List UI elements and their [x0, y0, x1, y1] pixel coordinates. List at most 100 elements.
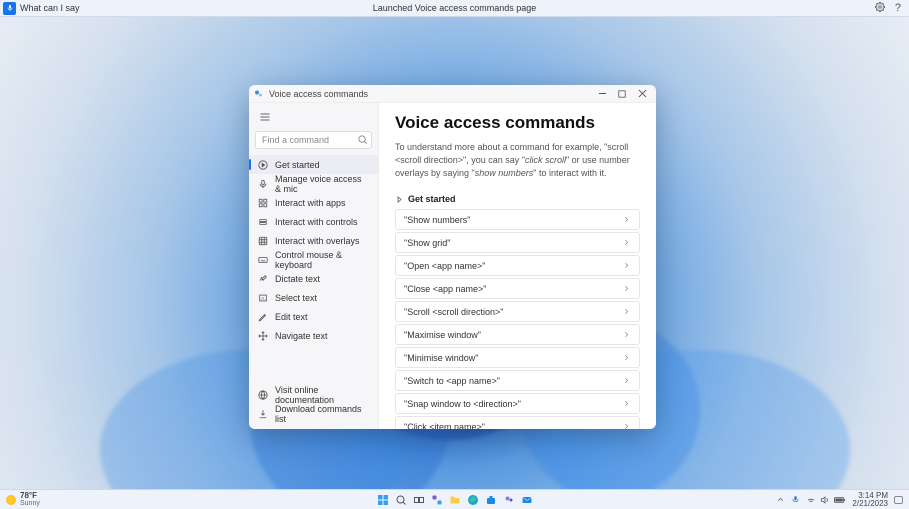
nav-mouse-keyboard[interactable]: Control mouse & keyboard	[249, 250, 378, 269]
nav-select-text[interactable]: A Select text	[249, 288, 378, 307]
clock-date: 2/21/2023	[852, 500, 888, 508]
select-text-icon: A	[257, 292, 268, 303]
maximize-button[interactable]	[612, 85, 632, 103]
command-text: "Scroll <scroll direction>"	[404, 307, 503, 317]
command-text: "Show numbers"	[404, 215, 470, 225]
settings-icon[interactable]	[875, 2, 885, 14]
start-button[interactable]	[375, 492, 391, 508]
window-title: Voice access commands	[269, 89, 368, 99]
nav-manage-voice[interactable]: Manage voice access & mic	[249, 174, 378, 193]
dictate-icon: A	[257, 273, 268, 284]
nav-interact-controls[interactable]: Interact with controls	[249, 212, 378, 231]
volume-icon	[820, 495, 830, 505]
mic-icon	[257, 178, 268, 189]
mic-toggle-button[interactable]	[3, 2, 16, 15]
command-row[interactable]: "Switch to <app name>"	[395, 370, 640, 391]
nav-online-docs[interactable]: Visit online documentation	[249, 385, 378, 404]
command-row[interactable]: "Open <app name>"	[395, 255, 640, 276]
command-text: "Maximise window"	[404, 330, 481, 340]
section-title: Get started	[408, 194, 456, 204]
main-content: Voice access commands To understand more…	[379, 103, 656, 429]
nav-label: Interact with apps	[275, 198, 346, 208]
command-row[interactable]: "Minimise window"	[395, 347, 640, 368]
command-row[interactable]: "Show grid"	[395, 232, 640, 253]
controls-icon	[257, 216, 268, 227]
svg-text:A: A	[261, 296, 265, 301]
voice-access-bar: What can I say Launched Voice access com…	[0, 0, 909, 17]
nav-get-started[interactable]: Get started	[249, 155, 378, 174]
command-text: "Close <app name>"	[404, 284, 486, 294]
overlay-icon	[257, 235, 268, 246]
nav-dictate-text[interactable]: A Dictate text	[249, 269, 378, 288]
search-button[interactable]	[393, 492, 409, 508]
nav-label: Control mouse & keyboard	[275, 250, 370, 270]
nav-interact-overlays[interactable]: Interact with overlays	[249, 231, 378, 250]
sidebar: Get started Manage voice access & mic In…	[249, 103, 379, 429]
move-icon	[257, 330, 268, 341]
play-icon	[257, 159, 268, 170]
apps-icon	[257, 197, 268, 208]
sun-icon	[6, 495, 16, 505]
nav-label: Edit text	[275, 312, 308, 322]
nav-label: Visit online documentation	[275, 385, 370, 405]
command-text: "Switch to <app name>"	[404, 376, 500, 386]
explorer-button[interactable]	[447, 492, 463, 508]
command-text: "Show grid"	[404, 238, 450, 248]
command-row[interactable]: "Click <item name>"	[395, 416, 640, 429]
widgets-button[interactable]	[429, 492, 445, 508]
chevron-right-icon	[622, 353, 631, 362]
nav-label: Interact with overlays	[275, 236, 360, 246]
page-title: Voice access commands	[395, 113, 640, 133]
window-titlebar[interactable]: Voice access commands	[249, 85, 656, 103]
task-view-button[interactable]	[411, 492, 427, 508]
chevron-right-icon	[622, 284, 631, 293]
clock[interactable]: 3:14 PM 2/21/2023	[852, 492, 888, 508]
system-tray[interactable]	[806, 495, 846, 505]
battery-icon	[834, 495, 846, 505]
intro-text: To understand more about a command for e…	[395, 141, 640, 180]
nav-download-list[interactable]: Download commands list	[249, 404, 378, 423]
tray-mic-icon[interactable]	[791, 495, 800, 504]
voice-commands-window: Voice access commands	[249, 85, 656, 429]
command-row[interactable]: "Snap window to <direction>"	[395, 393, 640, 414]
voice-hint-text[interactable]: What can I say	[20, 3, 80, 13]
chevron-right-icon	[395, 195, 404, 204]
minimize-button[interactable]	[592, 85, 612, 103]
hamburger-icon[interactable]	[255, 107, 275, 127]
mail-button[interactable]	[519, 492, 535, 508]
close-button[interactable]	[632, 85, 652, 103]
command-text: "Open <app name>"	[404, 261, 485, 271]
nav-label: Get started	[275, 160, 320, 170]
command-row[interactable]: "Scroll <scroll direction>"	[395, 301, 640, 322]
weather-temp: 78°F	[20, 492, 40, 500]
command-row[interactable]: "Close <app name>"	[395, 278, 640, 299]
search-input[interactable]	[255, 131, 372, 149]
weather-widget[interactable]: 78°F Sunny	[6, 492, 40, 508]
nav-navigate-text[interactable]: Navigate text	[249, 326, 378, 345]
help-icon[interactable]: ?	[895, 2, 901, 14]
chevron-right-icon	[622, 422, 631, 429]
store-button[interactable]	[483, 492, 499, 508]
chevron-right-icon	[622, 238, 631, 247]
nav-interact-apps[interactable]: Interact with apps	[249, 193, 378, 212]
chevron-right-icon	[622, 215, 631, 224]
tray-chevron-icon[interactable]	[776, 495, 785, 504]
nav-label: Dictate text	[275, 274, 320, 284]
download-icon	[257, 408, 268, 419]
command-text: "Snap window to <direction>"	[404, 399, 521, 409]
keyboard-icon	[257, 254, 268, 265]
command-row[interactable]: "Maximise window"	[395, 324, 640, 345]
command-text: "Minimise window"	[404, 353, 478, 363]
edge-button[interactable]	[465, 492, 481, 508]
edit-icon	[257, 311, 268, 322]
nav-edit-text[interactable]: Edit text	[249, 307, 378, 326]
command-row[interactable]: "Show numbers"	[395, 209, 640, 230]
nav-label: Navigate text	[275, 331, 328, 341]
voice-status-text: Launched Voice access commands page	[373, 3, 537, 13]
chevron-right-icon	[622, 307, 631, 316]
notifications-button[interactable]	[894, 496, 903, 504]
nav-label: Interact with controls	[275, 217, 358, 227]
section-get-started[interactable]: Get started	[395, 194, 640, 204]
chevron-right-icon	[622, 399, 631, 408]
teams-button[interactable]	[501, 492, 517, 508]
